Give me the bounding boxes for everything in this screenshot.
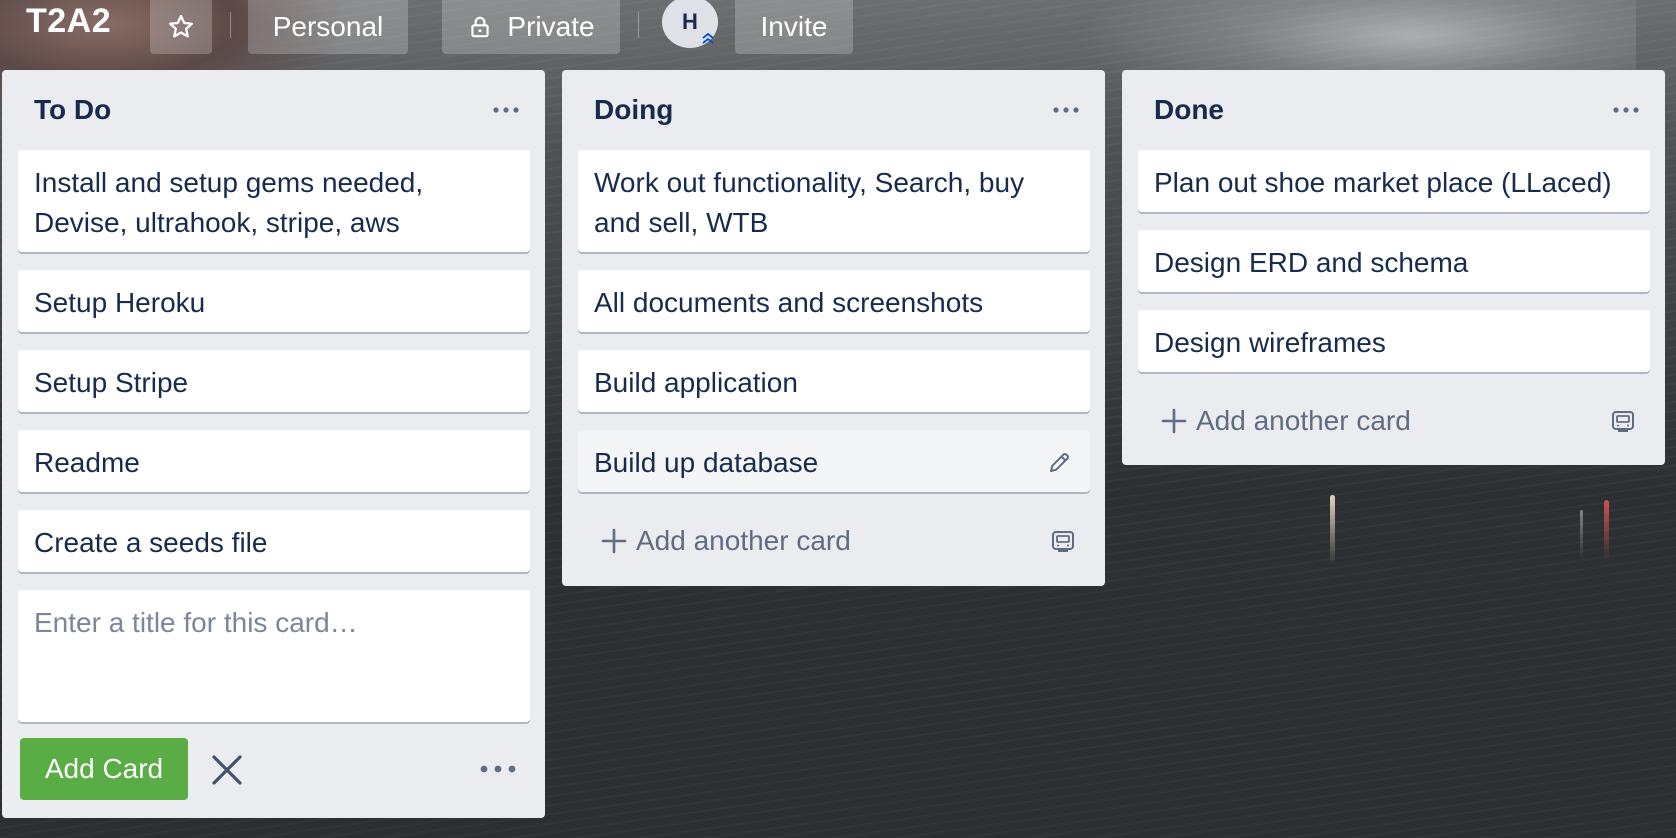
add-another-card-button[interactable]: Add another card [1138,392,1650,450]
card-title: Install and setup gems needed, Devise, u… [34,167,424,238]
lock-icon [471,16,490,38]
card-title: Setup Heroku [34,287,206,318]
more-icon[interactable] [1051,100,1081,120]
water-reflection [1580,510,1583,560]
card-title: Design ERD and schema [1154,247,1469,278]
list-title[interactable]: Done [1154,94,1224,126]
board-title[interactable]: T2A2 [26,2,111,41]
list-done: Done Plan out shoe market place (LLaced)… [1122,70,1665,465]
card-title: Create a seeds file [34,527,268,558]
more-icon[interactable] [1611,100,1641,120]
card-title: Readme [34,447,140,478]
list-card[interactable]: Work out functionality, Search, buy and … [578,150,1090,252]
header-divider [230,12,231,38]
card-title: Build up database [594,447,819,478]
card-title-placeholder: Enter a title for this card… [34,607,358,638]
admin-chevron-icon [702,32,714,44]
star-button[interactable] [150,0,212,54]
list-to-do: To Do Install and setup gems needed, Dev… [2,70,545,818]
list-title[interactable]: To Do [34,94,111,126]
more-icon[interactable] [478,763,518,775]
close-icon[interactable] [210,753,244,787]
list-card[interactable]: Build application [578,350,1090,412]
card-template-icon[interactable] [1050,528,1076,554]
list-card[interactable]: Install and setup gems needed, Devise, u… [18,150,530,252]
invite-label: Invite [760,11,828,42]
list-header: Doing [562,70,1105,152]
privacy-label: Private [507,11,595,42]
card-title: Build application [594,367,798,398]
card-title: Setup Stripe [34,367,189,398]
list-card[interactable]: All documents and screenshots [578,270,1090,332]
list-header: Done [1122,70,1665,152]
card-title: Work out functionality, Search, buy and … [594,167,1025,238]
list-card[interactable]: Setup Stripe [18,350,530,412]
card-title: All documents and screenshots [594,287,984,318]
water-reflection [1604,500,1609,560]
list-card[interactable]: Design wireframes [1138,310,1650,372]
list-card[interactable]: Design ERD and schema [1138,230,1650,292]
add-card-button[interactable]: Add Card [20,738,188,800]
list-card[interactable]: Setup Heroku [18,270,530,332]
card-template-icon[interactable] [1610,408,1636,434]
star-icon [169,14,193,38]
list-card[interactable]: Readme [18,430,530,492]
invite-button[interactable]: Invite [735,0,853,54]
card-title-input[interactable]: Enter a title for this card… [18,590,530,722]
list-card[interactable]: Plan out shoe market place (LLaced) [1138,150,1650,212]
pencil-icon[interactable] [1046,450,1072,476]
add-card-label: Add Card [44,753,164,784]
board-header: T2A2 Personal Private H Invite [0,0,1676,54]
plus-icon [601,528,627,554]
header-divider [638,12,639,38]
more-icon[interactable] [491,100,521,120]
list-card[interactable]: Build up database [578,430,1090,492]
member-initial: H [682,9,698,34]
team-visibility-label: Personal [272,11,384,42]
privacy-button[interactable]: Private [442,0,620,54]
list-title[interactable]: Doing [594,94,673,126]
list-doing: Doing Work out functionality, Search, bu… [562,70,1105,586]
team-visibility-button[interactable]: Personal [248,0,408,54]
add-another-card-label: Add another card [1196,405,1411,436]
add-another-card-button[interactable]: Add another card [578,512,1090,570]
list-header: To Do [2,70,545,152]
card-title: Plan out shoe market place (LLaced) [1154,167,1612,198]
card-title: Design wireframes [1154,327,1386,358]
list-card[interactable]: Create a seeds file [18,510,530,572]
member-avatar[interactable]: H [662,0,718,48]
water-reflection [1330,495,1335,565]
plus-icon [1161,408,1187,434]
add-another-card-label: Add another card [636,525,851,556]
